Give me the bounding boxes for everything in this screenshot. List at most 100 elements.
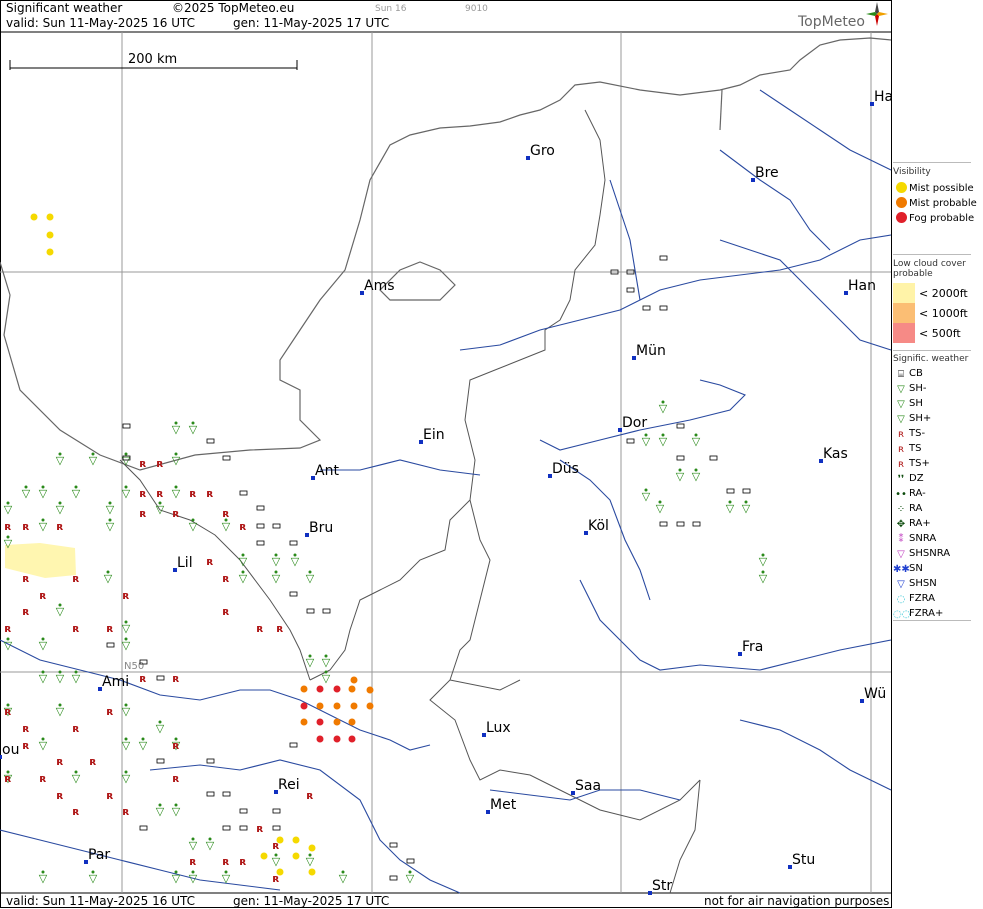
visibility-dot [333,702,341,710]
shower-dot [678,468,682,472]
cb-icon [256,505,265,511]
city-label: Fra [742,639,763,655]
chart-title: Significant weather [6,1,123,15]
shower-icon: ▽ [759,572,768,585]
cb-icon [742,488,751,494]
visibility-legend-item-symbol [893,211,909,226]
shower-dot [744,500,748,504]
shower-dot [6,637,10,641]
shower-dot [644,433,648,437]
low-cloud-swatch [893,303,915,323]
visibility-dot [333,718,341,726]
thunderstorm-icon: ʀ [56,755,63,768]
cb-icon [156,758,165,764]
city-label: Bre [755,165,779,181]
shower-dot [661,400,665,404]
shower-icon: ▽ [659,435,668,448]
cb-icon [289,591,298,597]
thunderstorm-icon: ʀ [72,722,79,735]
shower-dot [41,485,45,489]
thunderstorm-icon: ʀ [276,622,283,635]
shower-light-legend-item-symbol: ▽ [897,384,905,395]
shower-icon: ▽ [692,435,701,448]
cb-icon [156,675,165,681]
low-cloud-swatch [893,283,915,303]
cb-icon [322,608,331,614]
grid-latitude-label: N50 [124,661,144,672]
shower-dot [41,518,45,522]
visibility-dot [333,735,341,743]
shower-icon: ▽ [56,705,65,718]
shower-icon: ▽ [4,537,13,550]
thunderstorm-icon: ʀ [122,589,129,602]
shower-icon: ▽ [272,855,281,868]
visibility-dot [300,718,308,726]
snow-shower-legend-item: ▽ SHSN [893,576,968,591]
city-label: Ams [364,278,395,294]
shower-icon: ▽ [322,656,331,669]
shower-dot [308,853,312,857]
shower-dot [324,654,328,658]
shower-light-legend-item: ▽ SH- [893,381,968,396]
shower-icon: ▽ [122,739,131,752]
shower-icon: ▽ [172,423,181,436]
visibility-legend-item: Mist possible [893,181,977,196]
valid-time: valid: Sun 11-May-2025 16 UTC [6,16,195,30]
weather-map[interactable]: 200 km N50 ▽ ▽▽ ▽ ▽ ▽▽ ▽ ▽ ▽ ▽▽ ▽ ▽ ▽▽▽ ▽ ▽ ▽▽▽ ▽ ▽▽▽ ▽▽▽… [0,0,983,909]
shower-dot [658,500,662,504]
shower-icon: ▽ [759,555,768,568]
shower-dot [174,485,178,489]
brand-logo[interactable]: TopMeteo [798,14,865,30]
visibility-dot [348,735,356,743]
cb-icon [239,825,248,831]
shower-dot [124,620,128,624]
disclaimer: not for air navigation purposes [704,894,890,908]
cb-legend-item-symbol: ⌸ [898,369,904,380]
thunderstorm-legend-item-label: TS [909,443,922,454]
thunderstorm-icon: ʀ [156,457,163,470]
shower-icon: ▽ [306,656,315,669]
visibility-dot [366,686,374,694]
thunderstorm-heavy-legend-item: ʀ TS+ [893,456,968,471]
visibility-legend-item: Mist probable [893,196,977,211]
city-label: ou [2,742,19,758]
cb-icon [206,438,215,444]
shower-dot [74,770,78,774]
city-label: Ha [874,89,893,105]
shower-dot [108,501,112,505]
shower-heavy-legend-item: ▽ SH+ [893,411,968,426]
shower-dot [6,501,10,505]
visibility-dot [316,702,324,710]
shower-icon: ▽ [172,454,181,467]
scale-label: 200 km [128,52,177,67]
thunderstorm-icon: ʀ [89,755,96,768]
thunderstorm-icon: ʀ [172,672,179,685]
shower-icon: ▽ [189,520,198,533]
thunderstorm-icon: ʀ [239,855,246,868]
thunderstorm-icon: ʀ [172,739,179,752]
shower-dot [324,670,328,674]
visibility-dot [350,676,358,684]
cb-icon [206,791,215,797]
shower-icon: ▽ [406,872,415,885]
thunderstorm-icon: ʀ [222,855,229,868]
low-cloud-legend-item: < 500ft [893,323,973,343]
signif-weather-legend-title: Signific. weather [893,354,969,364]
low-cloud-legend-title: Low cloud cover probable [893,259,966,279]
thunderstorm-heavy-legend-item-label: TS+ [909,458,930,469]
city-label: Dor [622,415,647,431]
low-cloud-label: < 1000ft [919,306,968,320]
shower-icon: ▽ [122,639,131,652]
thunderstorm-icon: ʀ [4,772,11,785]
shower-dot [241,553,245,557]
lat-lon-grid [0,32,891,893]
visibility-dot [350,702,358,710]
cb-icon [692,521,701,527]
city-label: Saa [575,778,601,794]
city-label: Gro [530,143,555,159]
snow-rain-shower-legend-item-symbol: ▽ [897,549,905,560]
shower-dot [41,670,45,674]
shower-dot [41,870,45,874]
city-label: Lux [486,720,511,736]
snow-legend-item-symbol: ✱✱ [893,564,910,575]
